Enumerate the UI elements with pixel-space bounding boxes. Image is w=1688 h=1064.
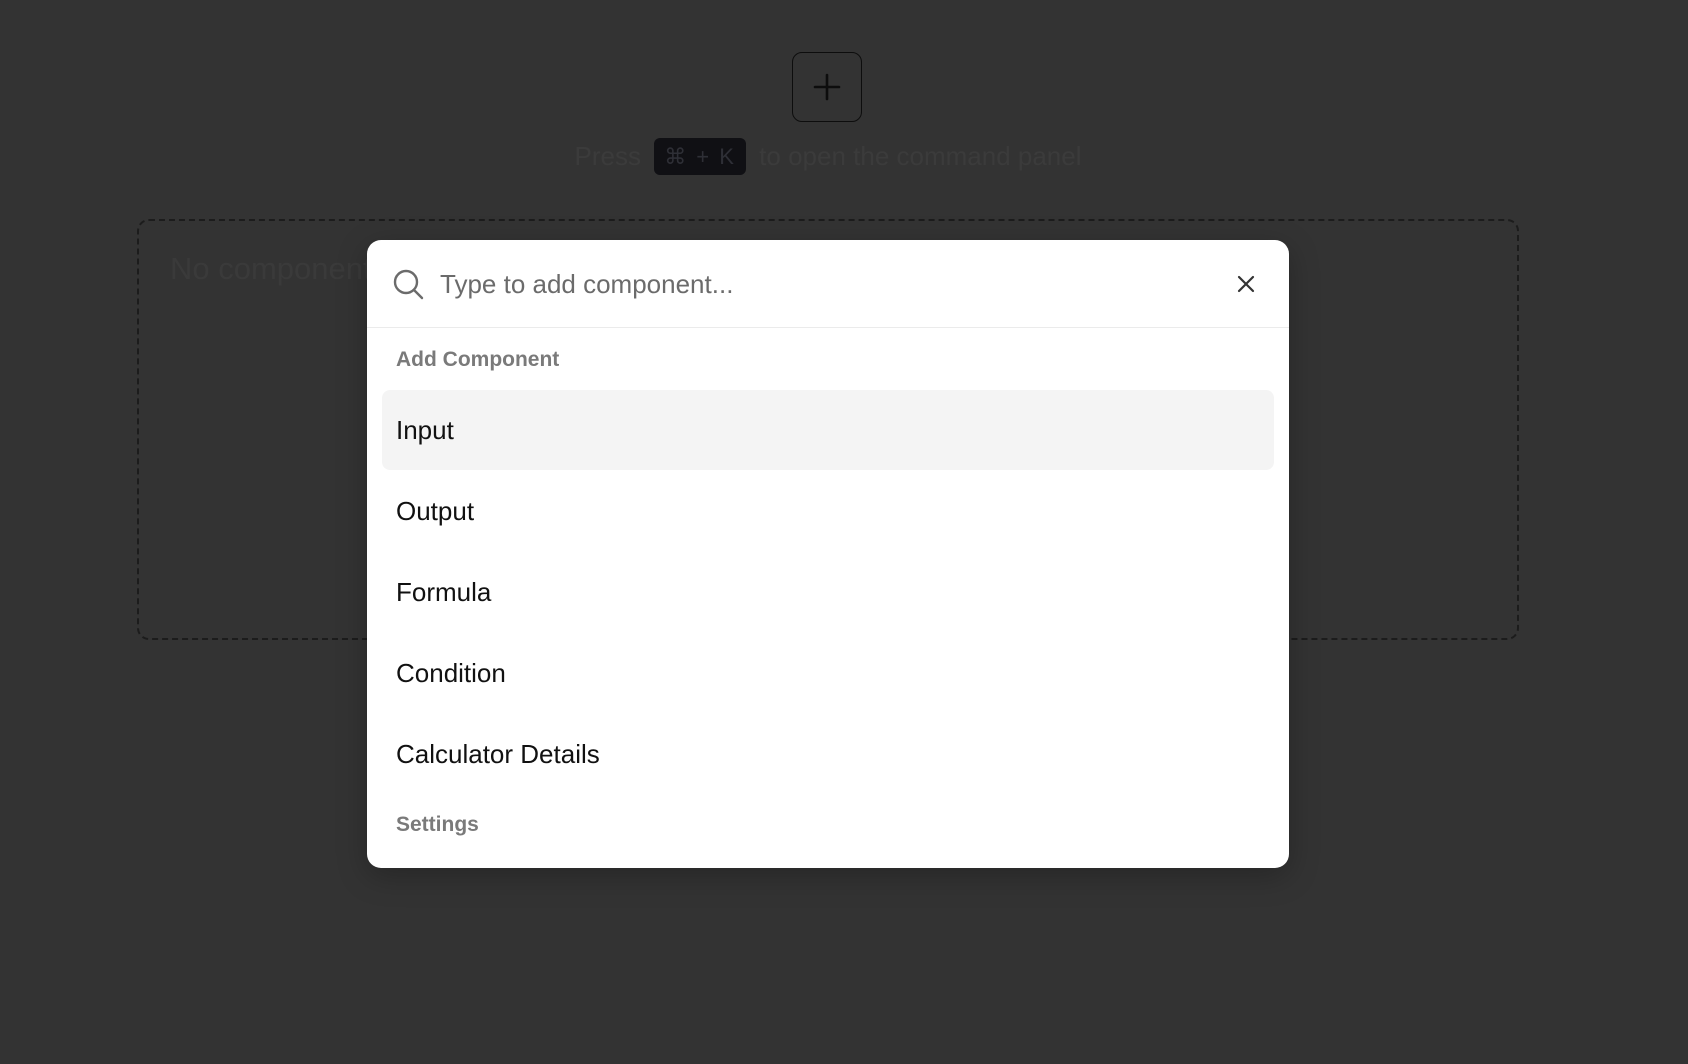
command-item-label: Condition [396,657,506,688]
command-item-input[interactable]: Input [382,390,1274,470]
group-heading-settings: Settings [396,813,479,836]
search-icon [393,269,424,300]
hint-prefix: Press [574,141,641,171]
plus-icon [813,73,841,101]
group-heading-add-component: Add Component [396,348,560,371]
empty-state-text: No components [170,251,388,286]
command-item-label: Formula [396,576,492,607]
command-panel: Add Component Input Output Formula Condi… [367,240,1289,868]
component-search-input[interactable] [440,260,1200,308]
command-item-label: Output [396,495,475,526]
hint-suffix: to open the command panel [759,141,1082,171]
add-component-button[interactable] [792,52,862,122]
close-icon [1237,275,1255,293]
command-item-condition[interactable]: Condition [382,633,1274,713]
command-item-label: Calculator Details [396,738,600,769]
command-item-output[interactable]: Output [382,471,1274,551]
close-button[interactable] [1229,267,1263,301]
command-panel-hint: Press ⌘ + K to open the command panel [0,136,1656,177]
command-item-calculator-details[interactable]: Calculator Details [382,714,1274,794]
shortcut-badge: ⌘ + K [654,137,746,175]
command-search-bar [367,240,1289,328]
command-item-label: Input [396,414,454,445]
command-item-formula[interactable]: Formula [382,552,1274,632]
